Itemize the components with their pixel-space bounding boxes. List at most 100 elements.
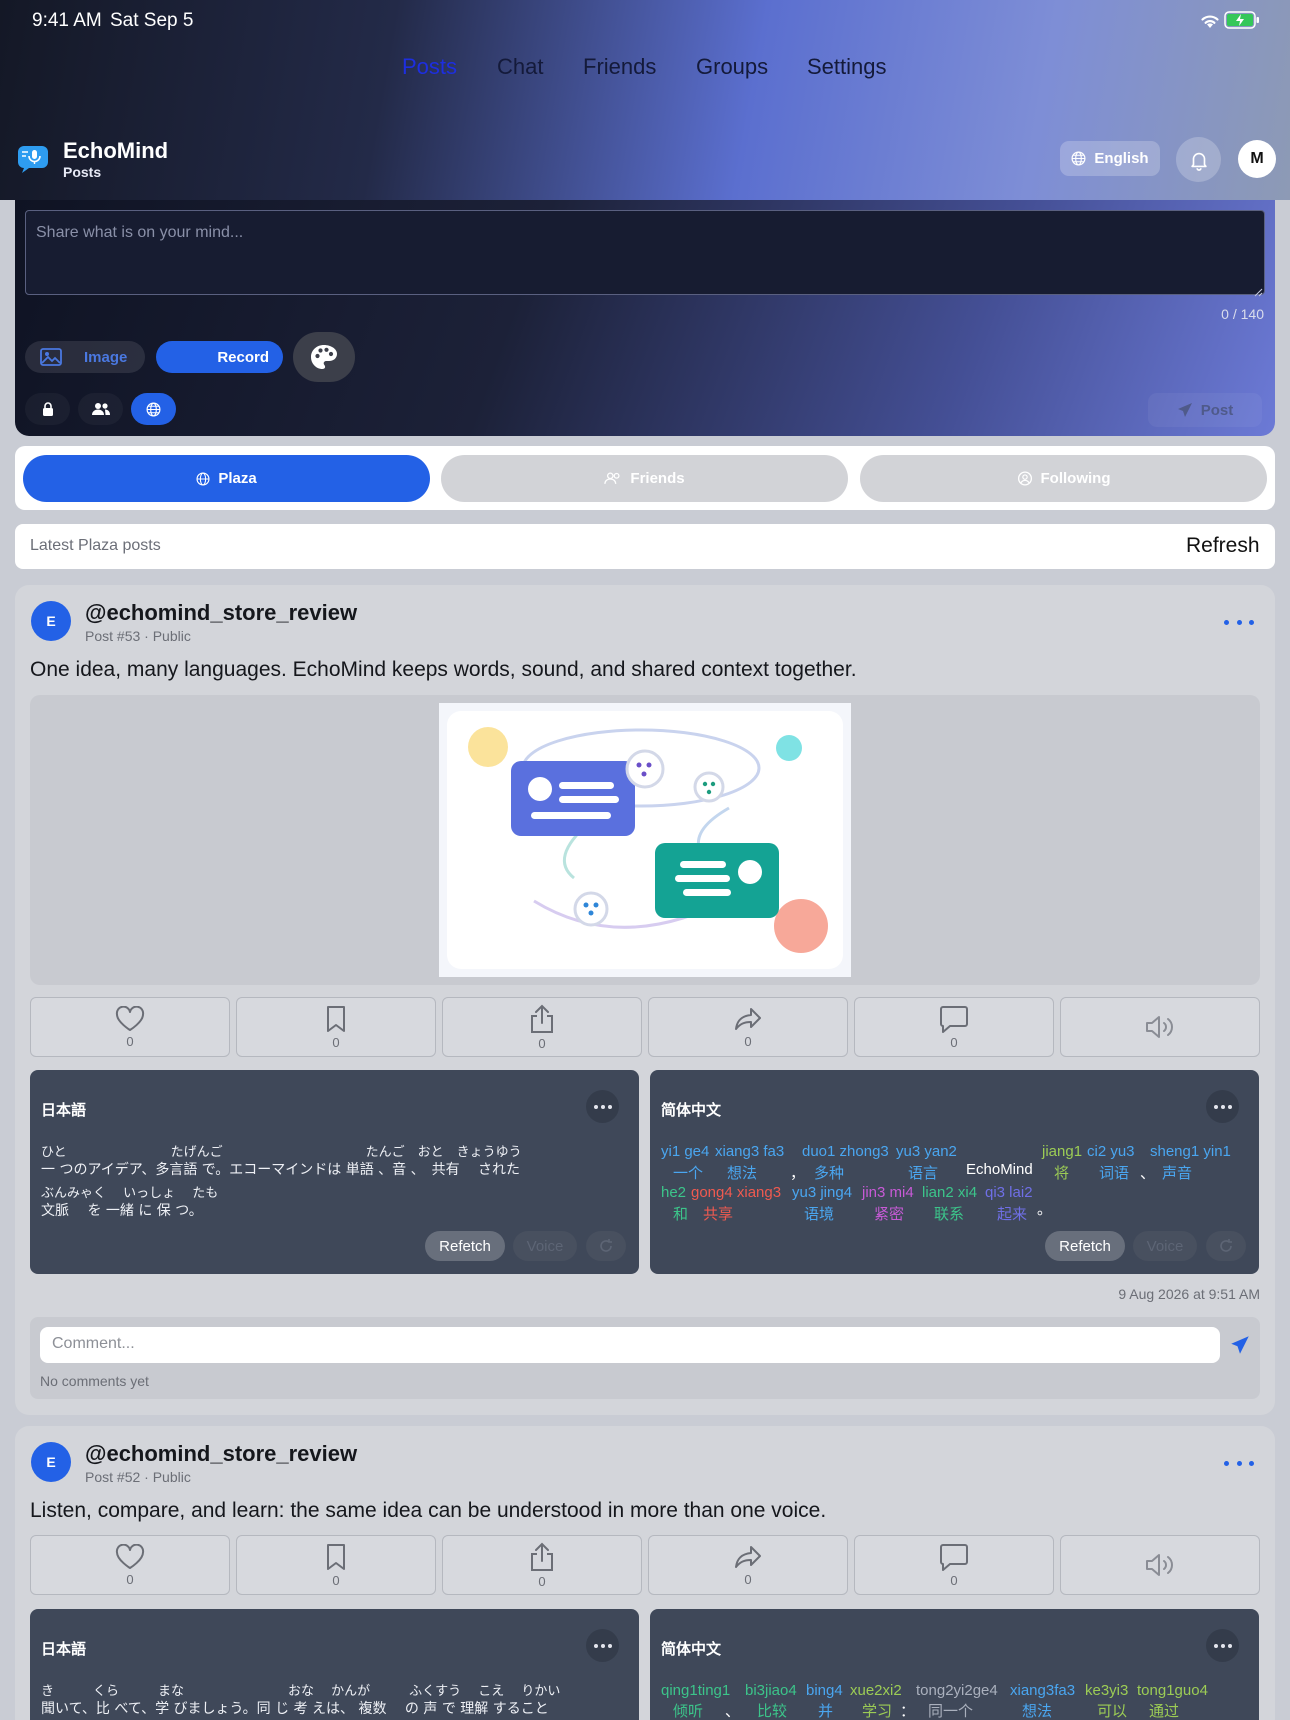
send-comment-icon[interactable]: [1230, 1335, 1250, 1360]
comment-count: 0: [950, 1572, 958, 1588]
voice-button[interactable]: Voice: [513, 1231, 577, 1261]
post-avatar[interactable]: E: [31, 1442, 71, 1482]
post-submit-button[interactable]: Post: [1148, 393, 1262, 427]
hanzi-word: 一个: [673, 1165, 704, 1182]
translation-lang-title: 日本語: [41, 1102, 87, 1119]
post-author-handle[interactable]: @echomind_store_review: [85, 1441, 357, 1467]
brand-word: EchoMind: [966, 1161, 1033, 1178]
pinyin-reading: he2: [661, 1184, 687, 1201]
forward-button[interactable]: 0: [648, 997, 848, 1057]
pinyin-reading: bi3jiao4: [745, 1682, 797, 1699]
nav-friends[interactable]: Friends: [583, 54, 656, 80]
nav-settings[interactable]: Settings: [807, 54, 887, 80]
pinyin-reading: bing4: [806, 1682, 843, 1699]
hanzi-word: ，: [790, 1165, 806, 1182]
tab-friends-label: Friends: [630, 470, 685, 487]
translation-text: 一 つのアイデア、多言語 で。エコーマインドは 単語 、音 、 共有 された: [41, 1162, 521, 1178]
record-button[interactable]: Record: [156, 341, 283, 373]
resize-handle-icon[interactable]: [1253, 284, 1263, 297]
bookmark-count: 0: [332, 1572, 340, 1588]
hanzi-word: 、: [725, 1703, 741, 1720]
share-icon: [531, 1004, 553, 1033]
regenerate-button[interactable]: [586, 1231, 626, 1261]
palette-button[interactable]: [293, 332, 355, 382]
notifications-button[interactable]: [1176, 137, 1221, 182]
hanzi-word: 倾听: [673, 1703, 704, 1720]
tab-friends[interactable]: Friends: [441, 455, 848, 502]
refetch-button[interactable]: Refetch: [425, 1231, 505, 1261]
nav-groups[interactable]: Groups: [696, 54, 768, 80]
bookmark-icon: [327, 1005, 345, 1032]
feed-header: [15, 524, 1275, 569]
share-button[interactable]: 0: [442, 1535, 642, 1595]
record-label: Record: [217, 348, 269, 366]
like-count: 0: [126, 1033, 134, 1049]
refetch-button[interactable]: Refetch: [1045, 1231, 1125, 1261]
tab-following-label: Following: [1040, 470, 1111, 487]
pinyin-reading: yu3 jing4: [792, 1184, 853, 1201]
comment-count: 0: [950, 1034, 958, 1050]
post-author-handle[interactable]: @echomind_store_review: [85, 600, 357, 626]
comment-input[interactable]: Comment...: [40, 1327, 1220, 1363]
compose-textarea[interactable]: Share what is on your mind...: [25, 210, 1265, 295]
translation-text: 文脈 を 一緒 に 保 つ。: [41, 1203, 203, 1219]
post-text: Listen, compare, and learn: the same ide…: [30, 1499, 827, 1522]
voice-button[interactable]: Voice: [1133, 1231, 1197, 1261]
pinyin-reading: jin3 mi4: [862, 1184, 914, 1201]
post-more-button[interactable]: [1224, 1453, 1254, 1473]
feed-header-label: Latest Plaza posts: [30, 537, 161, 554]
nav-posts[interactable]: Posts: [402, 54, 457, 80]
hanzi-word: 可以: [1097, 1703, 1128, 1720]
pinyin-reading: ci2 yu3: [1087, 1143, 1135, 1160]
comment-button[interactable]: 0: [854, 1535, 1054, 1595]
visibility-private-button[interactable]: [25, 393, 70, 425]
wifi-icon: [1199, 12, 1221, 34]
hanzi-word: 联系: [934, 1206, 965, 1223]
user-avatar[interactable]: M: [1238, 140, 1276, 178]
tab-plaza[interactable]: Plaza: [23, 455, 430, 502]
forward-button[interactable]: 0: [648, 1535, 848, 1595]
status-date: Sat Sep 5: [110, 10, 194, 31]
hanzi-word: 将: [1054, 1165, 1070, 1182]
pinyin-reading: tong1guo4: [1137, 1682, 1208, 1699]
refresh-icon: [600, 1239, 612, 1252]
brand-title: EchoMind: [63, 138, 169, 163]
post-timestamp: 9 Aug 2026 at 9:51 AM: [1118, 1286, 1260, 1302]
comment-button[interactable]: 0: [854, 997, 1054, 1057]
pinyin-reading: tong2yi2ge4: [916, 1682, 998, 1699]
translation-more-button[interactable]: [1206, 1629, 1239, 1662]
nav-chat[interactable]: Chat: [497, 54, 543, 80]
share-icon: [531, 1542, 553, 1571]
forward-icon: [735, 1007, 761, 1030]
hanzi-word: 、: [1140, 1165, 1156, 1182]
visibility-public-button[interactable]: [131, 393, 176, 425]
post-avatar[interactable]: E: [31, 601, 71, 641]
hanzi-word: 想法: [727, 1165, 758, 1182]
refresh-button[interactable]: Refresh: [1186, 534, 1260, 558]
regenerate-button[interactable]: [1206, 1231, 1246, 1261]
pinyin-reading: gong4 xiang3: [691, 1184, 782, 1201]
hanzi-word: 起来: [997, 1206, 1028, 1223]
translation-more-button[interactable]: [586, 1090, 619, 1123]
translation-more-button[interactable]: [586, 1629, 619, 1662]
hanzi-word: 同一个: [928, 1703, 974, 1720]
share-button[interactable]: 0: [442, 997, 642, 1057]
comment-icon: [940, 1005, 968, 1033]
hanzi-word: ：: [900, 1703, 916, 1720]
like-button[interactable]: 0: [30, 1535, 230, 1595]
visibility-friends-button[interactable]: [78, 393, 123, 425]
post-image[interactable]: [439, 703, 851, 977]
image-button[interactable]: Image: [25, 341, 145, 373]
post-more-button[interactable]: [1224, 612, 1254, 632]
bookmark-button[interactable]: 0: [236, 997, 436, 1057]
translation-more-button[interactable]: [1206, 1090, 1239, 1123]
like-button[interactable]: 0: [30, 997, 230, 1057]
bookmark-button[interactable]: 0: [236, 1535, 436, 1595]
listen-button[interactable]: [1060, 997, 1260, 1057]
language-button[interactable]: English: [1060, 141, 1160, 176]
like-count: 0: [126, 1571, 134, 1587]
lock-icon: [42, 402, 53, 416]
listen-button[interactable]: [1060, 1535, 1260, 1595]
tab-following[interactable]: Following: [860, 455, 1267, 502]
pinyin-reading: xiang3 fa3: [715, 1143, 785, 1160]
